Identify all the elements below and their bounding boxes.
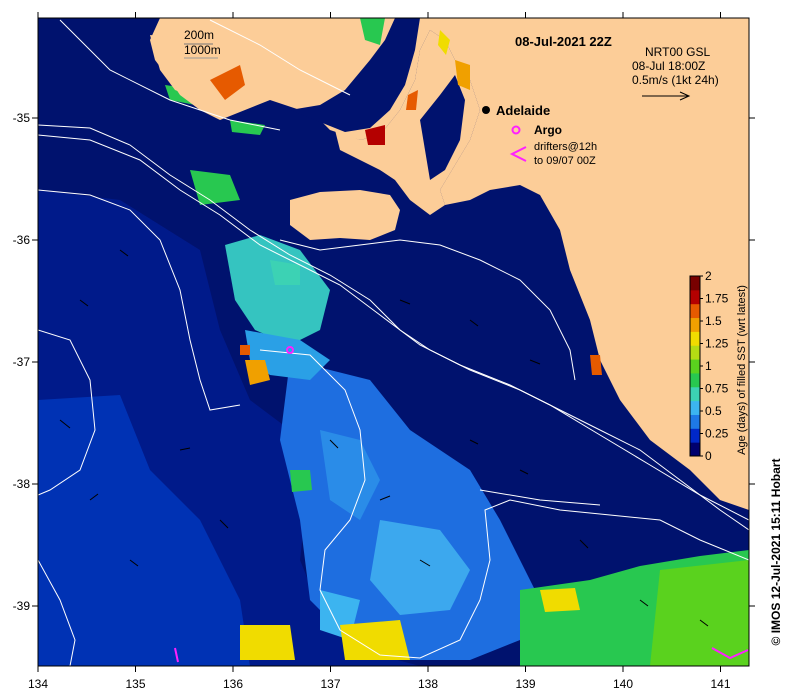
colorbar-tick-label: 0 — [705, 449, 712, 463]
legend-1000m: 1000m — [184, 43, 221, 57]
sst-patch — [340, 620, 410, 660]
colorbar-swatch — [690, 317, 700, 332]
y-tick-label: -35 — [13, 111, 31, 125]
sst-patch — [540, 588, 580, 612]
x-tick-label: 140 — [613, 677, 633, 691]
colorbar-tick-label: 1.5 — [705, 314, 722, 328]
colorbar-tick-label: 1.25 — [705, 337, 729, 351]
sst-patch — [650, 560, 749, 666]
map-title: 08-Jul-2021 22Z — [515, 34, 612, 49]
colorbar-tick-label: 0.25 — [705, 427, 729, 441]
colorbar-swatch — [690, 303, 700, 319]
coastal-patch — [590, 355, 602, 375]
drifters-line1: drifters@12h — [534, 141, 597, 153]
x-tick-label: 134 — [28, 677, 48, 691]
x-tick-label: 137 — [320, 677, 340, 691]
colorbar-swatch — [690, 331, 700, 346]
product-line1: NRT00 GSL — [645, 45, 710, 59]
x-tick-label: 135 — [125, 677, 145, 691]
argo-label: Argo — [534, 123, 562, 137]
product-line2: 08-Jul 18:00Z — [632, 59, 705, 73]
sst-patch — [240, 625, 295, 660]
city-dot-icon — [482, 106, 490, 114]
x-tick-label: 139 — [515, 677, 535, 691]
drifters-line2: to 09/07 00Z — [534, 155, 596, 167]
x-tick-label: 136 — [223, 677, 243, 691]
colorbar-swatch — [690, 386, 700, 402]
city-label: Adelaide — [496, 103, 550, 118]
colorbar-tick-label: 1.75 — [705, 292, 729, 306]
colorbar-swatch — [690, 400, 700, 415]
colorbar-swatch — [690, 372, 700, 388]
colorbar-swatch — [690, 289, 700, 305]
colorbar-tick-label: 1 — [705, 359, 712, 373]
x-tick-label: 141 — [710, 677, 730, 691]
colorbar-tick-label: 0.5 — [705, 404, 722, 418]
sst-age-map: 200m 1000m 08-Jul-2021 22Z NRT00 GSL 08-… — [13, 12, 783, 691]
sst-patch — [290, 470, 312, 492]
colorbar-swatch — [690, 428, 700, 443]
map-plot-area: 200m 1000m 08-Jul-2021 22Z NRT00 GSL 08-… — [38, 18, 749, 666]
y-tick-label: -39 — [13, 599, 31, 613]
kangaroo-island — [290, 190, 400, 240]
y-tick-label: -36 — [13, 233, 31, 247]
colorbar-swatch — [690, 345, 700, 360]
product-line3: 0.5m/s (1kt 24h) — [632, 73, 719, 87]
colorbar-swatch — [690, 359, 700, 374]
colorbar-swatch — [690, 414, 700, 429]
colorbar-tick-label: 0.75 — [705, 382, 729, 396]
colorbar-swatch — [690, 276, 700, 291]
colorbar-label: Age (days) of filled SST (wrt latest) — [736, 285, 748, 455]
x-tick-label: 138 — [418, 677, 438, 691]
y-tick-label: -37 — [13, 355, 31, 369]
colorbar-tick-label: 2 — [705, 269, 712, 283]
credit-text: © IMOS 12-Jul-2021 15:11 Hobart — [769, 459, 783, 646]
sst-patch — [240, 345, 250, 355]
colorbar-swatch — [690, 442, 700, 457]
y-tick-label: -38 — [13, 477, 31, 491]
legend-200m: 200m — [184, 28, 214, 42]
